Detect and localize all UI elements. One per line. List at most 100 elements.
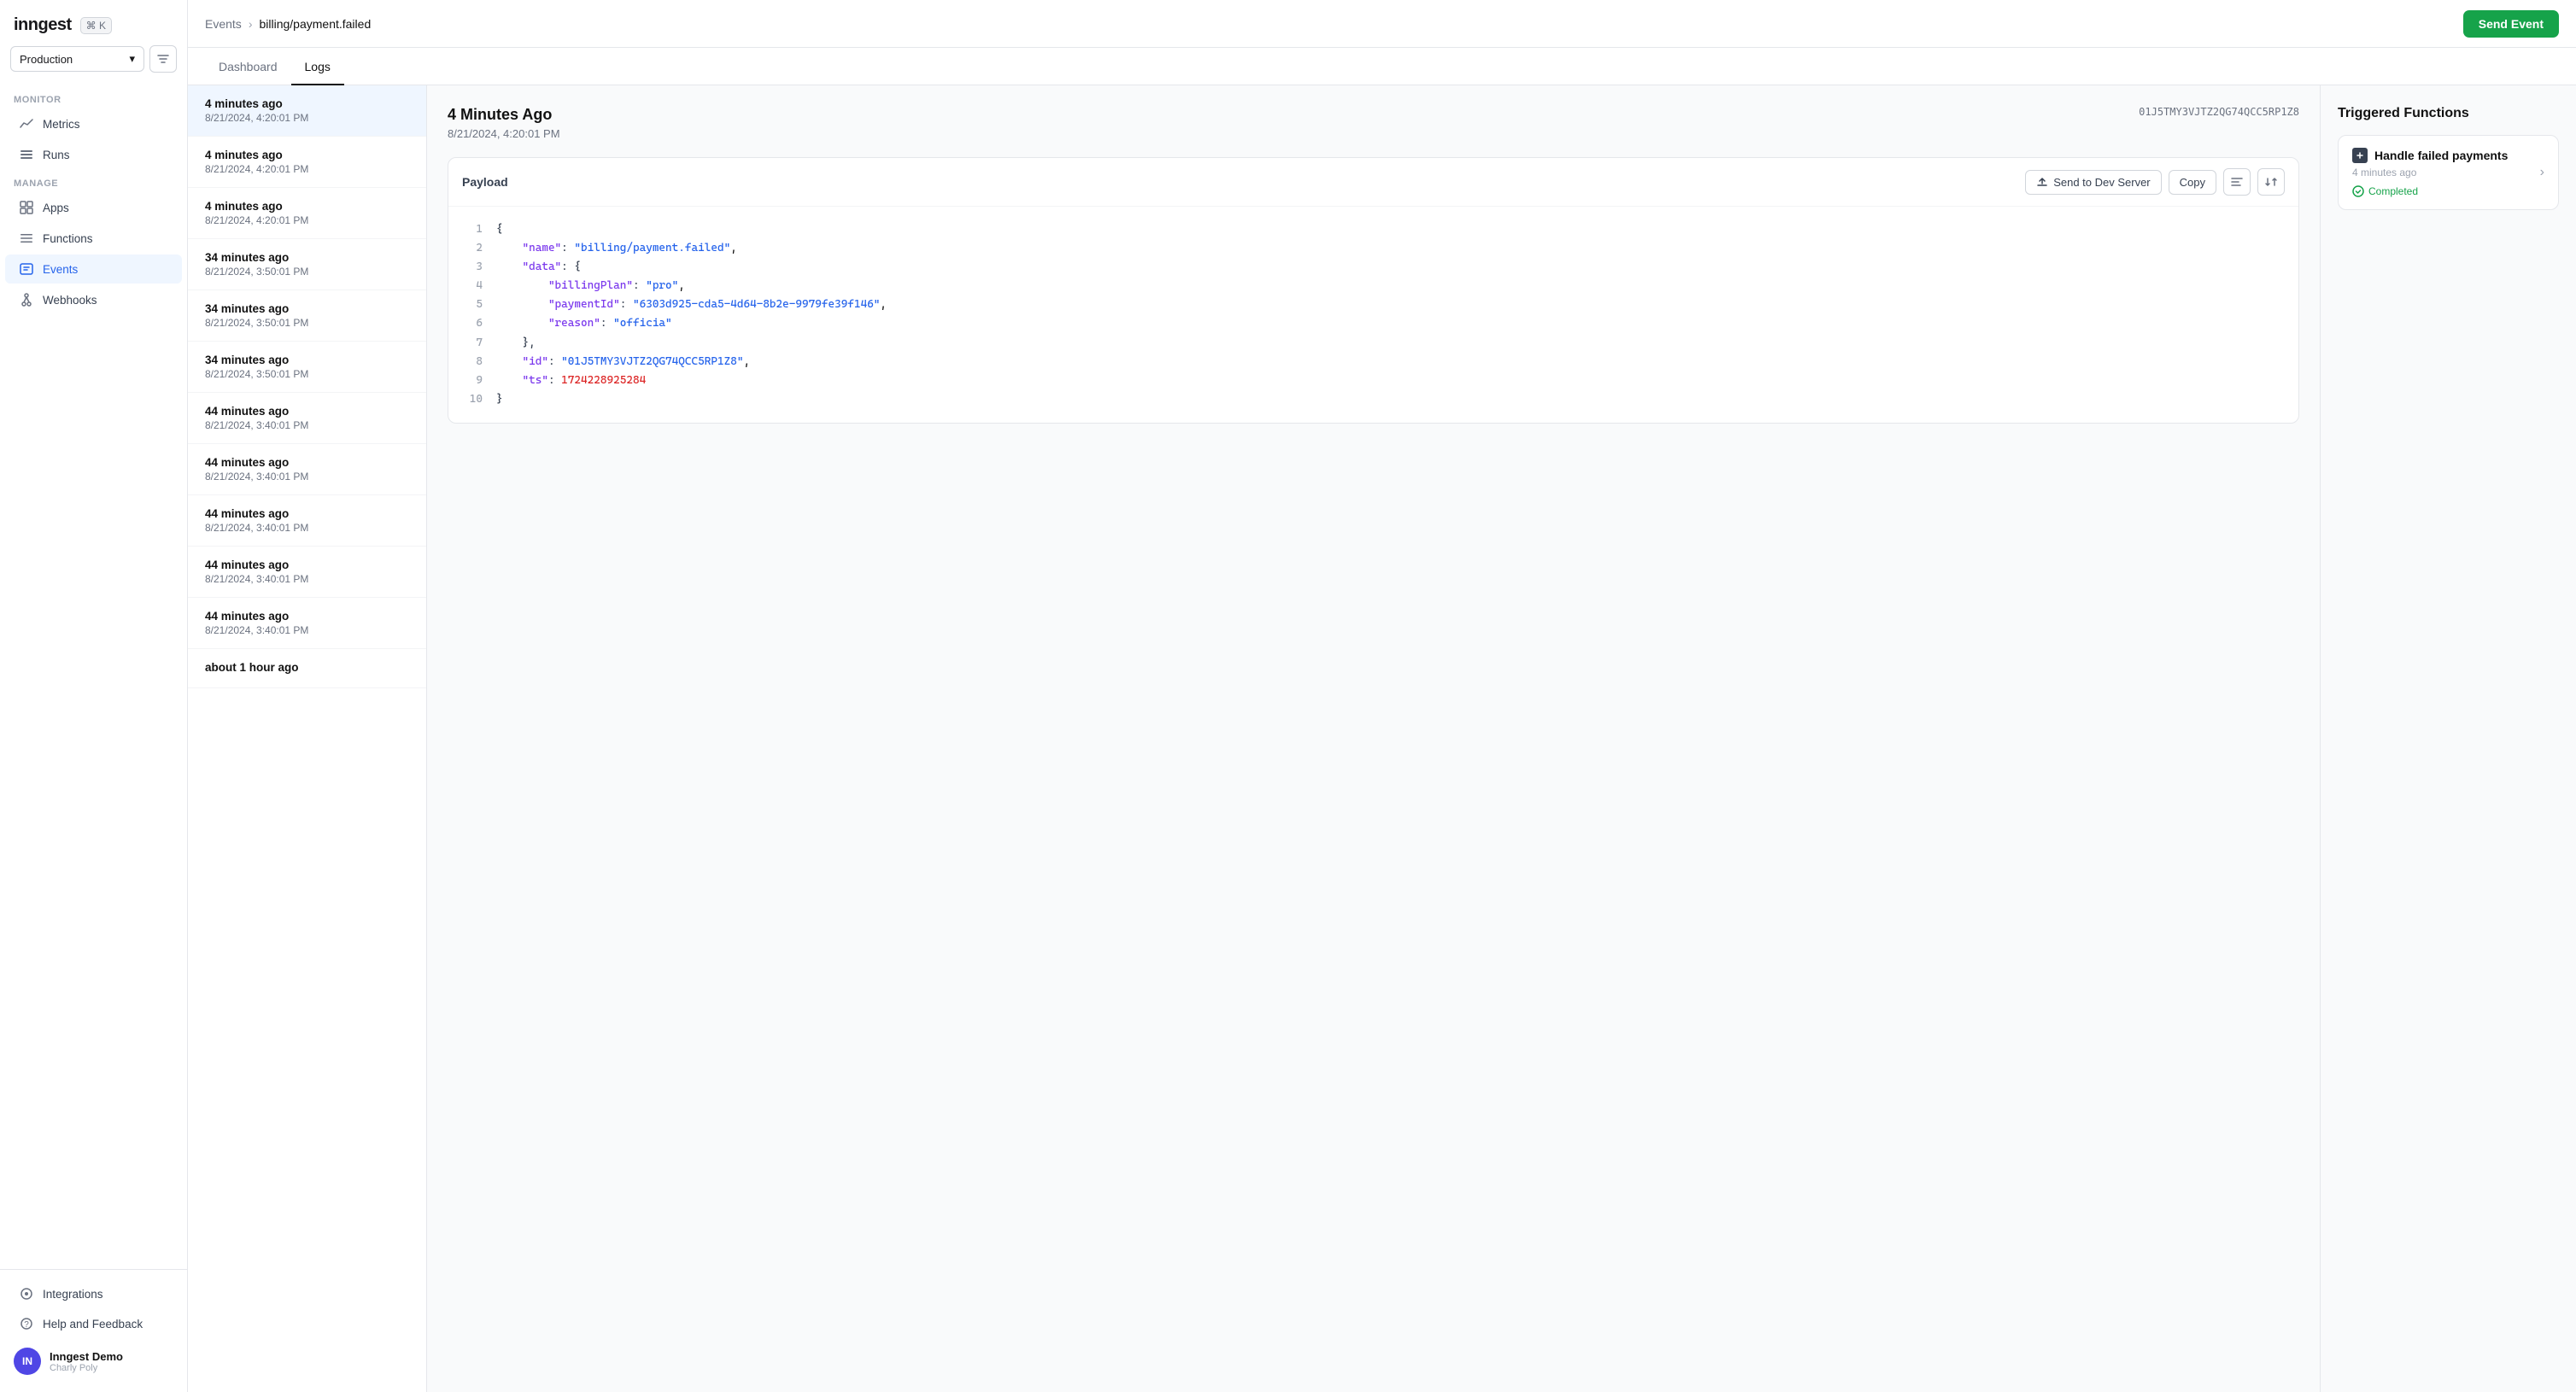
event-list-item[interactable]: 4 minutes ago 8/21/2024, 4:20:01 PM: [188, 188, 426, 239]
env-selector: Production ▾: [10, 45, 177, 73]
sidebar-item-integrations[interactable]: Integrations: [5, 1279, 182, 1308]
monitor-section-label: Monitor: [0, 86, 187, 108]
upload-icon: [2036, 176, 2048, 188]
code-line: 6 "reason": "officia": [465, 314, 2281, 333]
event-detail-panel: 4 Minutes Ago 8/21/2024, 4:20:01 PM 01J5…: [427, 85, 2320, 1392]
sort-button[interactable]: [2257, 168, 2285, 196]
grid-icon: [19, 200, 34, 215]
event-detail-title-block: 4 Minutes Ago 8/21/2024, 4:20:01 PM: [448, 106, 560, 140]
function-name-row: Handle failed payments: [2352, 148, 2508, 163]
sidebar-item-label-runs: Runs: [43, 149, 70, 161]
cmd-badge[interactable]: ⌘ K: [80, 17, 112, 34]
function-card[interactable]: Handle failed payments 4 minutes ago Com…: [2338, 135, 2559, 210]
sidebar-bottom: Integrations ? Help and Feedback IN Inng…: [0, 1269, 187, 1392]
event-list-item[interactable]: 44 minutes ago 8/21/2024, 3:40:01 PM: [188, 598, 426, 649]
event-id-badge: 01J5TMY3VJTZ2QG74QCC5RP1Z8: [2139, 106, 2299, 118]
event-date: 8/21/2024, 3:50:01 PM: [205, 266, 409, 278]
breadcrumb-separator: ›: [249, 17, 253, 31]
tab-logs[interactable]: Logs: [291, 48, 344, 85]
event-time: 44 minutes ago: [205, 610, 409, 623]
event-list-item[interactable]: 44 minutes ago 8/21/2024, 3:40:01 PM: [188, 444, 426, 495]
webhook-icon: [19, 292, 34, 307]
event-date: 8/21/2024, 4:20:01 PM: [205, 214, 409, 226]
sidebar-item-metrics[interactable]: Metrics: [5, 109, 182, 138]
event-list-item[interactable]: 34 minutes ago 8/21/2024, 3:50:01 PM: [188, 239, 426, 290]
functions-icon: [19, 231, 34, 246]
send-to-dev-button[interactable]: Send to Dev Server: [2025, 170, 2161, 195]
payload-actions: Send to Dev Server Copy: [2025, 168, 2285, 196]
event-date: 8/21/2024, 3:40:01 PM: [205, 624, 409, 636]
copy-button[interactable]: Copy: [2169, 170, 2216, 195]
event-list-item[interactable]: 44 minutes ago 8/21/2024, 3:40:01 PM: [188, 393, 426, 444]
event-list-item[interactable]: 4 minutes ago 8/21/2024, 4:20:01 PM: [188, 85, 426, 137]
payload-card: Payload Send to Dev Server Copy: [448, 157, 2299, 424]
event-time: 34 minutes ago: [205, 302, 409, 315]
app-logo: inngest: [14, 15, 72, 35]
event-time: 44 minutes ago: [205, 507, 409, 520]
sliders-icon: [156, 52, 170, 66]
event-list-item[interactable]: 4 minutes ago 8/21/2024, 4:20:01 PM: [188, 137, 426, 188]
chevron-down-icon: ▾: [129, 52, 135, 66]
send-to-dev-label: Send to Dev Server: [2053, 176, 2150, 189]
sidebar: inngest ⌘ K Production ▾ Monitor Metrics: [0, 0, 188, 1392]
code-line: 1 {: [465, 220, 2281, 239]
user-info: Inngest Demo Charly Poly: [50, 1350, 123, 1373]
event-date: 8/21/2024, 3:40:01 PM: [205, 573, 409, 585]
wrap-lines-button[interactable]: [2223, 168, 2251, 196]
function-card-left: Handle failed payments 4 minutes ago Com…: [2352, 148, 2508, 197]
event-list-item[interactable]: about 1 hour ago: [188, 649, 426, 688]
event-list-item[interactable]: 34 minutes ago 8/21/2024, 3:50:01 PM: [188, 290, 426, 342]
event-date: 8/21/2024, 3:40:01 PM: [205, 471, 409, 483]
payload-code: 1 { 2 "name": "billing/payment.failed", …: [448, 207, 2298, 423]
sidebar-item-apps[interactable]: Apps: [5, 193, 182, 222]
sidebar-item-events[interactable]: Events: [5, 254, 182, 284]
payload-label: Payload: [462, 175, 508, 189]
event-date: 8/21/2024, 3:50:01 PM: [205, 317, 409, 329]
event-detail-date: 8/21/2024, 4:20:01 PM: [448, 127, 560, 140]
event-list-item[interactable]: 44 minutes ago 8/21/2024, 3:40:01 PM: [188, 495, 426, 547]
function-status-label: Completed: [2368, 185, 2418, 197]
event-time: 34 minutes ago: [205, 251, 409, 264]
event-time: 44 minutes ago: [205, 456, 409, 469]
environment-dropdown[interactable]: Production ▾: [10, 46, 144, 72]
sidebar-item-label-webhooks: Webhooks: [43, 294, 97, 307]
function-name: Handle failed payments: [2374, 149, 2508, 162]
code-line: 3 "data": {: [465, 258, 2281, 277]
content-area: 4 minutes ago 8/21/2024, 4:20:01 PM 4 mi…: [188, 85, 2576, 1392]
event-time: 34 minutes ago: [205, 354, 409, 366]
event-detail-title: 4 Minutes Ago: [448, 106, 560, 124]
sidebar-item-webhooks[interactable]: Webhooks: [5, 285, 182, 314]
event-date: 8/21/2024, 3:40:01 PM: [205, 522, 409, 534]
lines-icon: [2230, 175, 2244, 189]
manage-section-label: Manage: [0, 170, 187, 192]
code-line: 4 "billingPlan": "pro",: [465, 277, 2281, 295]
breadcrumb: Events › billing/payment.failed: [205, 17, 371, 31]
avatar: IN: [14, 1348, 41, 1375]
user-row[interactable]: IN Inngest Demo Charly Poly: [0, 1339, 187, 1383]
sidebar-item-runs[interactable]: Runs: [5, 140, 182, 169]
code-line: 7 },: [465, 334, 2281, 353]
sort-icon: [2264, 175, 2278, 189]
sidebar-item-label-integrations: Integrations: [43, 1288, 103, 1301]
sidebar-item-label-apps: Apps: [43, 202, 69, 214]
tab-dashboard[interactable]: Dashboard: [205, 48, 291, 85]
function-time: 4 minutes ago: [2352, 167, 2508, 178]
code-line: 2 "name": "billing/payment.failed",: [465, 239, 2281, 258]
svg-text:?: ?: [24, 1320, 29, 1330]
chart-line-icon: [19, 116, 34, 132]
sidebar-item-help[interactable]: ? Help and Feedback: [5, 1309, 182, 1338]
event-list-item[interactable]: 34 minutes ago 8/21/2024, 3:50:01 PM: [188, 342, 426, 393]
send-event-button[interactable]: Send Event: [2463, 10, 2559, 38]
breadcrumb-root[interactable]: Events: [205, 17, 242, 31]
code-line: 10 }: [465, 390, 2281, 409]
sidebar-item-functions[interactable]: Functions: [5, 224, 182, 253]
event-detail-header: 4 Minutes Ago 8/21/2024, 4:20:01 PM 01J5…: [448, 106, 2299, 140]
env-settings-button[interactable]: [149, 45, 177, 73]
event-date: 8/21/2024, 3:50:01 PM: [205, 368, 409, 380]
function-icon: [2352, 148, 2368, 163]
triggered-functions-title: Triggered Functions: [2338, 106, 2559, 121]
event-list-item[interactable]: 44 minutes ago 8/21/2024, 3:40:01 PM: [188, 547, 426, 598]
event-time: 4 minutes ago: [205, 149, 409, 161]
integrations-icon: [19, 1286, 34, 1301]
event-date: 8/21/2024, 4:20:01 PM: [205, 163, 409, 175]
